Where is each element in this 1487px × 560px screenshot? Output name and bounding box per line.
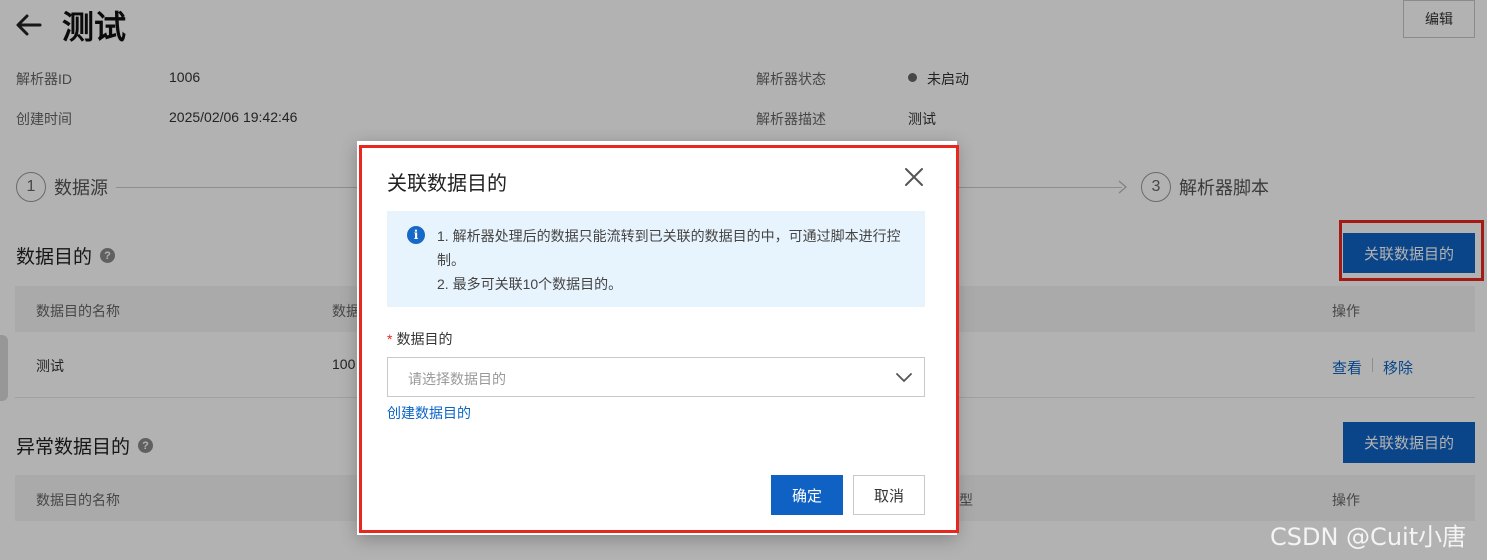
watermark: CSDN @Cuit小唐 — [1270, 523, 1467, 551]
dialog-highlight-box — [359, 145, 959, 533]
